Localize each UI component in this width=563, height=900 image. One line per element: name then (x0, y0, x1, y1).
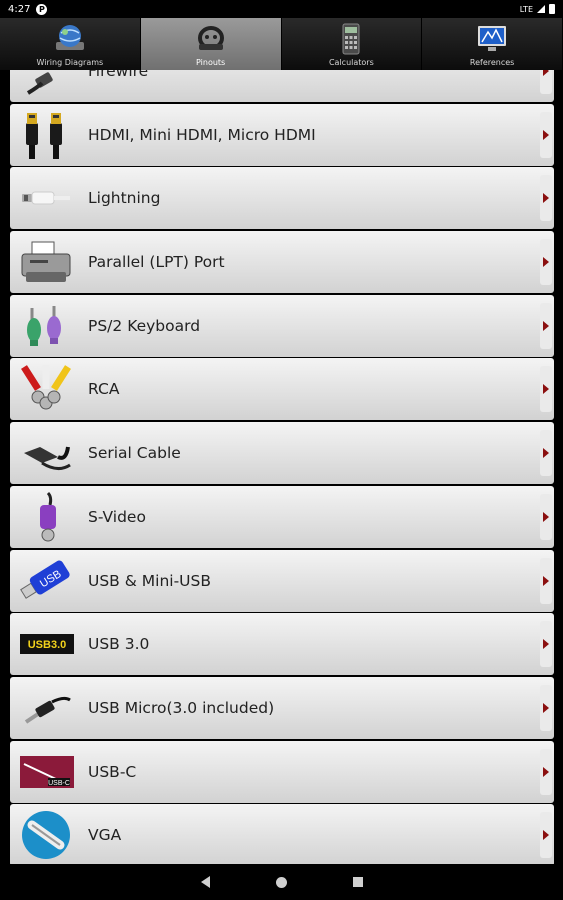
tab-bar: Wiring Diagrams Pinouts Calculators Refe… (0, 18, 563, 70)
list-item-usb3[interactable]: USB3.0 USB 3.0 (10, 613, 554, 676)
tab-pinouts[interactable]: Pinouts (140, 18, 282, 70)
item-label: PS/2 Keyboard (88, 316, 201, 335)
tab-label: Calculators (328, 58, 374, 67)
battery-icon (549, 4, 555, 14)
lightning-cable-icon (16, 170, 76, 226)
tab-wiring-diagrams[interactable]: Wiring Diagrams (0, 18, 141, 70)
chevron-right-icon (540, 239, 552, 286)
chevron-right-icon (540, 175, 552, 222)
pinout-connector-icon (191, 22, 231, 56)
list-item-svideo[interactable]: S-Video (10, 485, 554, 548)
vga-icon (16, 807, 76, 863)
item-label: USB & Mini-USB (88, 571, 211, 590)
home-icon[interactable] (275, 876, 287, 888)
tab-label: Pinouts (196, 58, 226, 67)
usb-micro-cable-icon (16, 680, 76, 736)
chevron-right-icon (540, 557, 552, 604)
list-content: Firewire HDMI, Mini HDMI, Micro HDMI Lig… (0, 70, 563, 864)
chevron-right-icon (540, 111, 552, 158)
chevron-right-icon (540, 812, 552, 859)
list-item-usb-micro[interactable]: USB Micro(3.0 included) (10, 676, 554, 739)
serial-cable-icon (16, 425, 76, 481)
tab-label: References (469, 58, 515, 67)
list-item-ps2[interactable]: PS/2 Keyboard (10, 294, 554, 357)
item-label: HDMI, Mini HDMI, Micro HDMI (88, 125, 316, 144)
chevron-right-icon (540, 493, 552, 540)
notification-icon: P (36, 3, 48, 15)
chevron-right-icon (540, 70, 552, 94)
usbc-badge-icon: USB-C (16, 744, 76, 800)
chevron-right-icon (540, 748, 552, 795)
system-nav-bar (0, 864, 563, 900)
status-time: 4:27 (8, 3, 31, 15)
item-label: USB 3.0 (88, 635, 150, 654)
item-label: Parallel (LPT) Port (88, 253, 225, 272)
chevron-right-icon (540, 684, 552, 731)
item-label: VGA (88, 826, 122, 845)
back-icon[interactable] (200, 876, 210, 888)
item-label: USB-C (88, 762, 137, 781)
hdmi-cable-icon (16, 107, 76, 163)
item-label: Lightning (88, 189, 161, 208)
chevron-right-icon (540, 302, 552, 349)
status-bar: 4:27 P LTE (0, 0, 563, 18)
usbc-badge-text: USB-C (48, 780, 70, 787)
printer-icon (16, 234, 76, 290)
pinouts-list[interactable]: Firewire HDMI, Mini HDMI, Micro HDMI Lig… (0, 70, 563, 864)
item-label: Firewire (88, 70, 149, 80)
list-item-serial[interactable]: Serial Cable (10, 422, 554, 485)
list-item-rca[interactable]: RCA (10, 358, 554, 421)
tab-calculators[interactable]: Calculators (282, 18, 423, 70)
tab-references[interactable]: References (422, 18, 563, 70)
network-type: LTE (519, 4, 533, 14)
chevron-right-icon (540, 430, 552, 477)
list-item-vga[interactable]: VGA (10, 804, 554, 864)
list-item-usb[interactable]: USB USB & Mini-USB (10, 549, 554, 612)
ps2-plug-icon (16, 298, 76, 354)
firewire-cable-icon (16, 70, 76, 99)
monitor-reference-icon (472, 22, 512, 56)
rca-plugs-icon (16, 361, 76, 417)
item-label: RCA (88, 380, 120, 399)
usb3-logo-icon: USB3.0 (16, 616, 76, 672)
chevron-right-icon (540, 366, 552, 413)
status-indicators: LTE (520, 4, 555, 14)
tab-label: Wiring Diagrams (36, 58, 104, 67)
list-item-lightning[interactable]: Lightning (10, 167, 554, 230)
calculator-icon (331, 22, 371, 56)
usb-stick-icon: USB (16, 553, 76, 609)
usb3-logo-text: USB3.0 (28, 639, 67, 651)
list-item-hdmi[interactable]: HDMI, Mini HDMI, Micro HDMI (10, 103, 554, 166)
chevron-right-icon (540, 621, 552, 668)
list-item-parallel[interactable]: Parallel (LPT) Port (10, 231, 554, 294)
svideo-plug-icon (16, 489, 76, 545)
item-label: USB Micro(3.0 included) (88, 698, 275, 717)
item-label: Serial Cable (88, 444, 181, 463)
signal-icon (537, 5, 545, 13)
globe-network-icon (50, 22, 90, 56)
list-item-firewire[interactable]: Firewire (10, 70, 554, 102)
recent-apps-icon[interactable] (352, 877, 363, 887)
item-label: S-Video (88, 507, 146, 526)
list-item-usb-c[interactable]: USB-C USB-C (10, 740, 554, 803)
